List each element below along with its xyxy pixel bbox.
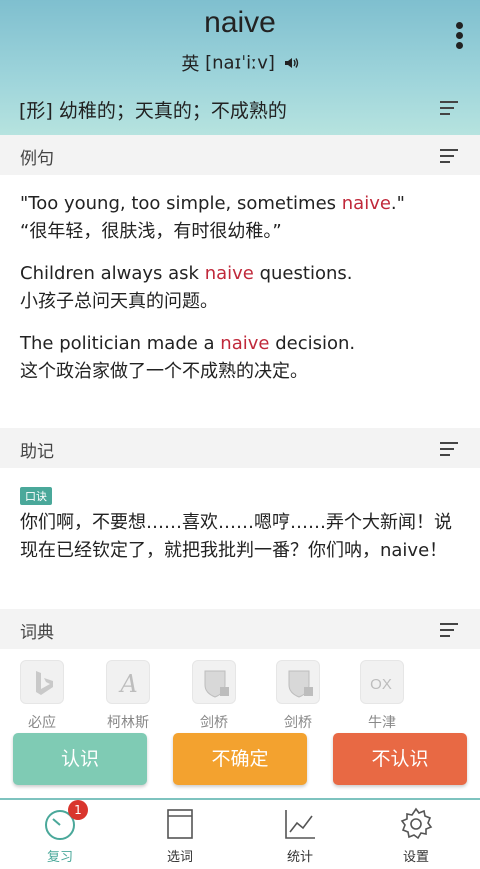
svg-text:OX: OX xyxy=(370,676,392,693)
example-en: Children always ask naive questions. xyxy=(20,263,353,284)
tab-select[interactable]: 选词 xyxy=(140,806,220,865)
timer-icon: 1 xyxy=(42,800,88,842)
mnemonic-block: 口诀 你们啊，不要想……喜欢……嗯哼……弄个大新闻！说现在已经钦定了，就把我批判… xyxy=(20,485,460,565)
unsure-button[interactable]: 不确定 xyxy=(173,733,307,785)
highlighted-word: naive xyxy=(204,263,254,284)
phonetic-row[interactable]: 英 [naɪˈiːv] xyxy=(0,50,480,76)
tab-label: 设置 xyxy=(402,850,429,865)
word-title: naive xyxy=(204,6,276,39)
dict-name: 剑桥 xyxy=(284,715,312,731)
example-item: "Too young, too simple, sometimes naive.… xyxy=(20,190,460,246)
chart-icon xyxy=(282,806,318,842)
dictionary-section-header[interactable]: 词典 xyxy=(0,609,480,649)
tab-review[interactable]: 1 复习 xyxy=(20,800,100,865)
dictionary-label: 词典 xyxy=(20,623,54,643)
examples-label: 例句 xyxy=(20,149,54,169)
dict-name: 必应 xyxy=(28,715,56,731)
example-zh: 小孩子总问天真的问题。 xyxy=(20,291,218,312)
word-header: naive 英 [naɪˈiːv] [形] 幼稚的；天真的；不成熟的 xyxy=(0,0,480,135)
tab-label: 复习 xyxy=(46,850,73,865)
review-count-badge: 1 xyxy=(68,800,88,820)
dict-collins[interactable]: A 柯林斯 xyxy=(93,660,163,732)
mnemonic-section-header[interactable]: 助记 xyxy=(0,428,480,468)
dict-cambridge-1[interactable]: 剑桥 xyxy=(179,660,249,732)
highlighted-word: naive xyxy=(220,333,270,354)
definition-text: [形] 幼稚的；天真的；不成熟的 xyxy=(19,100,287,122)
dict-oxford[interactable]: OX 牛津 xyxy=(347,660,417,732)
example-item: The politician made a naive decision. 这个… xyxy=(20,330,460,386)
example-en: The politician made a naive decision. xyxy=(20,333,356,354)
phonetic-label: 英 xyxy=(181,54,200,75)
dict-name: 牛津 xyxy=(368,715,396,731)
dict-cambridge-2[interactable]: 剑桥 xyxy=(263,660,333,732)
unknown-button[interactable]: 不认识 xyxy=(333,733,467,785)
dictionary-list: 必应 A 柯林斯 剑桥 剑桥 OX 牛津 xyxy=(0,660,480,732)
collins-icon: A xyxy=(106,660,150,704)
dict-name: 柯林斯 xyxy=(107,715,149,731)
tab-label: 统计 xyxy=(286,850,313,865)
example-item: Children always ask naive questions. 小孩子… xyxy=(20,260,460,316)
mnemonic-text: 你们啊，不要想……喜欢……嗯哼……弄个大新闻！说现在已经钦定了，就把我批判一番？… xyxy=(20,512,452,561)
dict-name: 剑桥 xyxy=(200,715,228,731)
gear-icon xyxy=(398,806,434,842)
cambridge-icon xyxy=(192,660,236,704)
definition-menu-icon[interactable] xyxy=(440,101,458,115)
tab-label: 选词 xyxy=(166,850,193,865)
speaker-icon[interactable] xyxy=(284,57,299,69)
mnemonic-label: 助记 xyxy=(20,442,54,462)
tab-stats[interactable]: 统计 xyxy=(260,806,340,865)
example-en: "Too young, too simple, sometimes naive.… xyxy=(20,193,405,214)
mnemonic-badge: 口诀 xyxy=(20,487,52,505)
cambridge-icon xyxy=(276,660,320,704)
oxford-icon: OX xyxy=(360,660,404,704)
svg-text:A: A xyxy=(118,670,137,698)
tab-settings[interactable]: 设置 xyxy=(376,806,456,865)
dict-bing[interactable]: 必应 xyxy=(7,660,77,732)
examples-list: "Too young, too simple, sometimes naive.… xyxy=(20,190,460,400)
bing-icon xyxy=(20,660,64,704)
bottom-tab-bar: 1 复习 选词 统计 设置 xyxy=(0,798,480,869)
example-zh: 这个政治家做了一个不成熟的决定。 xyxy=(20,361,308,382)
more-options-icon[interactable] xyxy=(454,22,464,50)
example-zh: “很年轻，很肤浅，有时很幼稚。” xyxy=(20,221,282,242)
examples-menu-icon[interactable] xyxy=(440,149,458,163)
highlighted-word: naive xyxy=(341,193,391,214)
mnemonic-menu-icon[interactable] xyxy=(440,442,458,456)
examples-section-header[interactable]: 例句 xyxy=(0,135,480,175)
phonetic-text: [naɪˈiːv] xyxy=(205,52,275,74)
dictionary-menu-icon[interactable] xyxy=(440,623,458,637)
know-button[interactable]: 认识 xyxy=(13,733,147,785)
book-icon xyxy=(162,806,198,842)
